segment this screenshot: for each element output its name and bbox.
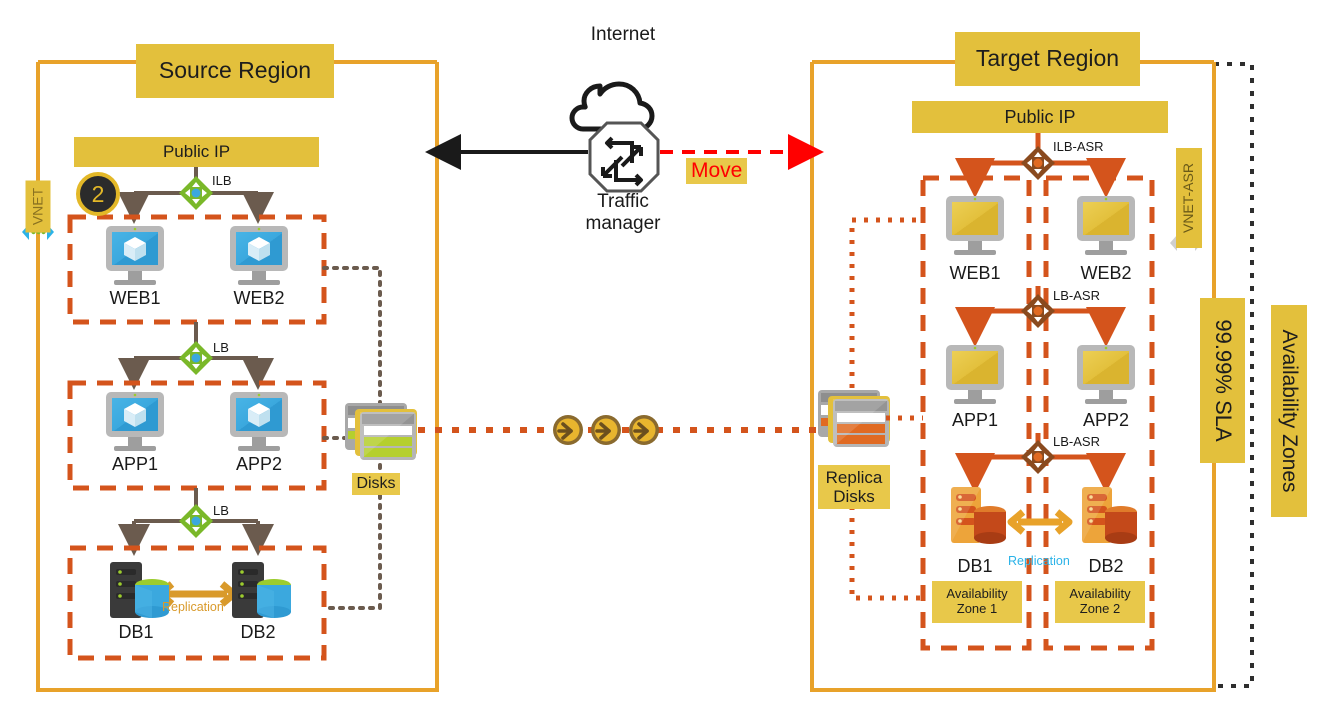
- target-lb-asr-2-label: LB-ASR: [1053, 434, 1100, 449]
- target-vm-web2-icon: [1077, 196, 1135, 255]
- target-vnet-asr-label: VNET-ASR: [1176, 148, 1202, 248]
- target-node-app1-label: APP1: [951, 410, 999, 430]
- availability-zone-1-label: Availability Zone 1: [932, 581, 1022, 623]
- target-node-web2-label: WEB2: [1080, 263, 1132, 283]
- replica-disks-label-line2: Disks: [833, 487, 875, 506]
- az2-line2: Zone 2: [1079, 601, 1121, 616]
- source-lb2-icon: [179, 504, 213, 538]
- az2-line1: Availability: [1069, 586, 1131, 602]
- traffic-manager-label-line2: manager: [585, 213, 661, 234]
- target-public-ip-banner: Public IP: [912, 101, 1168, 133]
- target-lb-asr-1-label: LB-ASR: [1053, 288, 1100, 303]
- source-vm-app2-icon: [230, 392, 288, 451]
- source-db1-icon: [110, 562, 169, 618]
- source-vm-web1-icon: [106, 226, 164, 285]
- target-vm-app2-icon: [1077, 345, 1135, 404]
- source-node-web2-label: WEB2: [233, 288, 285, 308]
- availability-zones-label: Availability Zones: [1271, 305, 1307, 517]
- traffic-manager-icon: [588, 121, 660, 193]
- target-vm-app1-icon: [946, 345, 1004, 404]
- source-replication-label: Replication: [162, 600, 224, 614]
- target-node-db1-label: DB1: [957, 556, 993, 576]
- move-label: Move: [686, 158, 748, 184]
- target-region-title: Target Region: [955, 32, 1140, 86]
- traffic-manager-label-line1: Traffic: [597, 191, 649, 212]
- target-lb-asr-1-icon: [1021, 294, 1055, 328]
- source-region-title: Source Region: [136, 44, 334, 98]
- target-node-app2-label: APP2: [1082, 410, 1130, 430]
- target-ilb-asr-label: ILB-ASR: [1053, 139, 1104, 154]
- source-node-app2-label: APP2: [235, 454, 283, 474]
- target-node-web1-label: WEB1: [949, 263, 1001, 283]
- target-node-db2-label: DB2: [1088, 556, 1124, 576]
- target-replication-label: Replication: [1008, 554, 1070, 568]
- source-vm-web2-icon: [230, 226, 288, 285]
- source-lb1-label: LB: [213, 340, 229, 355]
- az1-line1: Availability: [946, 586, 1008, 602]
- source-vnet-label: VNET: [25, 180, 51, 233]
- target-replication-arrow: [1007, 509, 1073, 535]
- az1-line2: Zone 1: [956, 601, 998, 616]
- source-node-web1-label: WEB1: [109, 288, 161, 308]
- target-lb-asr-2-icon: [1021, 440, 1055, 474]
- source-disks-label: Disks: [352, 473, 400, 495]
- source-node-db2-label: DB2: [240, 622, 276, 642]
- target-vm-web1-icon: [946, 196, 1004, 255]
- asr-replication-icon-1: [553, 415, 583, 445]
- asr-replication-icon-2: [591, 415, 621, 445]
- target-ilb-asr-icon: [1021, 146, 1055, 180]
- source-node-app1-label: APP1: [111, 454, 159, 474]
- asr-replication-icon-3: [629, 415, 659, 445]
- target-db1-icon: [951, 487, 1006, 544]
- replica-disks-icon: [818, 390, 890, 447]
- availability-zone-2-label: Availability Zone 2: [1055, 581, 1145, 623]
- target-db2-icon: [1082, 487, 1137, 544]
- sla-label: 99.99% SLA: [1200, 298, 1245, 463]
- source-vm-app1-icon: [106, 392, 164, 451]
- source-public-ip-banner: Public IP: [74, 137, 319, 167]
- source-lb1-icon: [179, 341, 213, 375]
- source-db2-icon: [232, 562, 291, 618]
- source-disks-icon: [345, 403, 417, 460]
- replica-disks-label: Replica Disks: [818, 465, 890, 509]
- source-node-db1-label: DB1: [118, 622, 154, 642]
- internet-label: Internet: [590, 24, 656, 45]
- source-ilb-label: ILB: [212, 173, 232, 188]
- source-lb2-label: LB: [213, 503, 229, 518]
- step-badge-2: 2: [76, 172, 120, 216]
- replica-disks-label-line1: Replica: [825, 467, 883, 487]
- source-ilb-icon: [179, 176, 213, 210]
- diagram-canvas: Source Region Public IP VNET 2 ILB LB LB…: [0, 0, 1324, 726]
